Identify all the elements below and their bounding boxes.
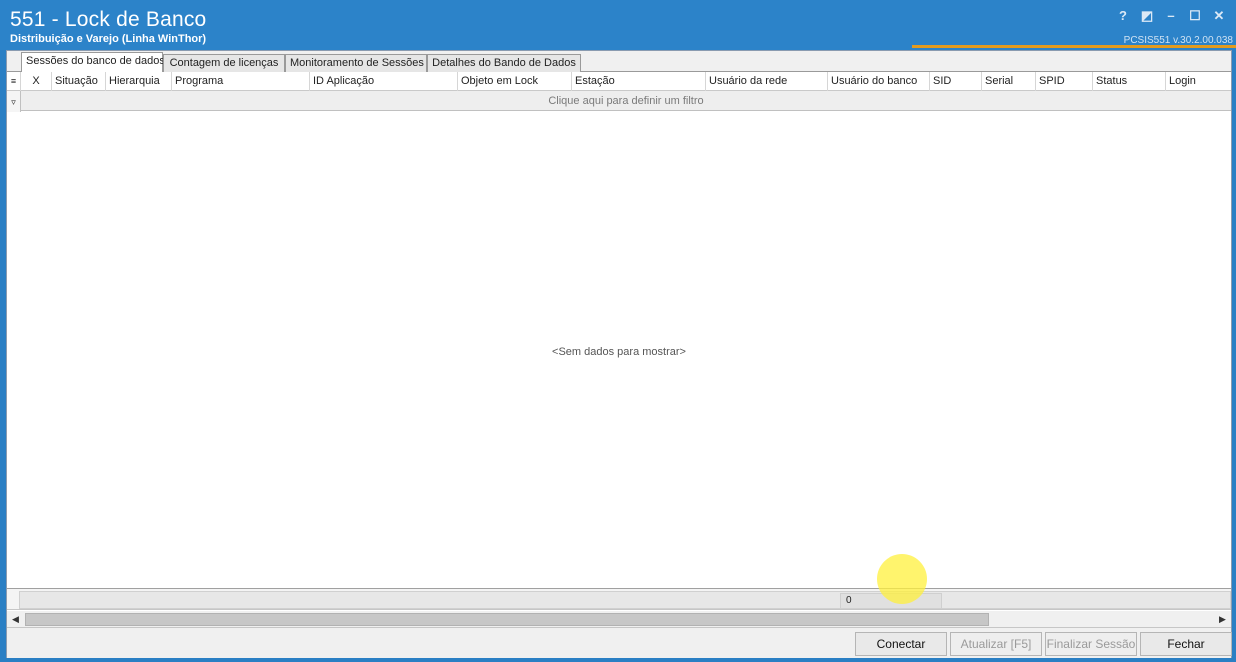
grid-body[interactable]: <Sem dados para mostrar> <box>7 112 1231 588</box>
filter-row[interactable]: ▿ Clique aqui para definir um filtro <box>7 91 1231 115</box>
tab-monitoramento[interactable]: Monitoramento de Sessões <box>285 54 427 72</box>
scrollbar-thumb[interactable] <box>25 613 989 626</box>
empty-grid-message: <Sem dados para mostrar> <box>552 346 686 358</box>
horizontal-scrollbar[interactable]: ◀ ▶ <box>7 611 1231 628</box>
title-bar: 551 - Lock de Banco Distribuição e Varej… <box>0 0 1236 50</box>
column-header-objeto-em-lock[interactable]: Objeto em Lock <box>458 72 572 91</box>
record-count: 0 <box>846 595 852 606</box>
scroll-right-arrow-icon[interactable]: ▶ <box>1214 611 1231 628</box>
column-header-programa[interactable]: Programa <box>172 72 310 91</box>
tab-contagem[interactable]: Contagem de licenças <box>163 54 285 72</box>
window-subtitle: Distribuição e Varejo (Linha WinThor) <box>10 33 207 45</box>
tab-strip: Sessões do banco de dados Contagem de li… <box>7 51 1231 73</box>
column-header-spid[interactable]: SPID <box>1036 72 1093 91</box>
column-header-usuario-banco[interactable]: Usuário do banco <box>828 72 930 91</box>
scroll-left-arrow-icon[interactable]: ◀ <box>7 611 24 628</box>
main-panel: Sessões do banco de dados Contagem de li… <box>6 50 1232 658</box>
connect-button[interactable]: Conectar <box>855 632 947 656</box>
footer-summary: 0 <box>19 591 1231 609</box>
grid-header: ≡ X Situação Hierarquia Programa ID Apli… <box>7 72 1231 91</box>
column-header-usuario-rede[interactable]: Usuário da rede <box>706 72 828 91</box>
filter-prompt[interactable]: Clique aqui para definir um filtro <box>21 91 1231 111</box>
tab-detalhes[interactable]: Detalhes do Bando de Dados <box>427 54 581 72</box>
window-controls: ? ◩ – ☐ ✕ <box>1116 8 1226 24</box>
end-session-button[interactable]: Finalizar Sessão <box>1045 632 1137 656</box>
help-icon[interactable]: ? <box>1116 8 1130 24</box>
window-title: 551 - Lock de Banco <box>10 8 207 31</box>
column-header-login[interactable]: Login <box>1166 72 1231 91</box>
column-header-serial[interactable]: Serial <box>982 72 1036 91</box>
refresh-button[interactable]: Atualizar [F5] <box>950 632 1042 656</box>
column-header-sid[interactable]: SID <box>930 72 982 91</box>
close-window-icon[interactable]: ✕ <box>1212 8 1226 24</box>
button-bar: Conectar Atualizar [F5] Finalizar Sessão… <box>7 628 1232 658</box>
accent-bar <box>912 45 1236 48</box>
tab-sessoes[interactable]: Sessões do banco de dados <box>21 52 165 73</box>
grid-footer: 0 <box>7 588 1231 610</box>
column-header-id-aplicacao[interactable]: ID Aplicação <box>310 72 458 91</box>
cursor-highlight <box>877 554 927 604</box>
column-header-status[interactable]: Status <box>1093 72 1166 91</box>
maximize-icon[interactable]: ☐ <box>1188 8 1202 24</box>
close-button[interactable]: Fechar <box>1140 632 1232 656</box>
column-chooser-icon[interactable]: ≡ <box>7 72 21 91</box>
column-header-situacao[interactable]: Situação <box>52 72 106 91</box>
column-header-hierarquia[interactable]: Hierarquia <box>106 72 172 91</box>
theme-icon[interactable]: ◩ <box>1140 8 1154 24</box>
column-header-x[interactable]: X <box>21 72 52 91</box>
column-header-estacao[interactable]: Estação <box>572 72 706 91</box>
minimize-icon[interactable]: – <box>1164 8 1178 24</box>
